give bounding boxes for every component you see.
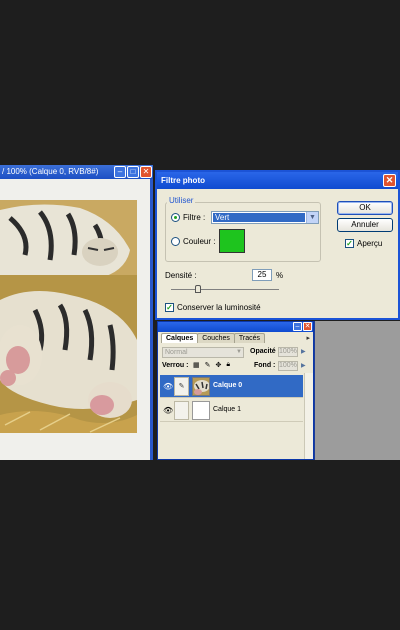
layer-thumbnail xyxy=(192,377,210,396)
fill-field[interactable]: 100% xyxy=(278,361,298,371)
lock-transparency-icon[interactable]: ▦ xyxy=(193,361,200,369)
lock-position-icon[interactable]: ✥ xyxy=(216,361,222,369)
layer-row[interactable]: 👁︎ Calque 1 xyxy=(160,399,303,422)
tab-layers[interactable]: Calques xyxy=(161,333,199,343)
fill-arrow-icon[interactable]: ▶ xyxy=(301,362,306,369)
preserve-luminosity-checkbox[interactable]: ✓ xyxy=(165,303,174,312)
document-window-border xyxy=(150,179,153,460)
lock-pixels-icon[interactable]: ✎ xyxy=(205,361,211,369)
blend-mode-value: Normal xyxy=(165,349,188,356)
workspace-background xyxy=(315,321,400,460)
tiger-cubs-photo xyxy=(0,200,137,433)
preview-checkbox-row[interactable]: ✓ Aperçu xyxy=(345,239,382,248)
density-input[interactable]: 25 xyxy=(252,269,272,281)
layer-name: Calque 0 xyxy=(213,382,243,389)
cancel-button[interactable]: Annuler xyxy=(337,218,393,232)
panel-menu-icon[interactable]: ▸ xyxy=(306,334,310,342)
photo-filter-dialog: Filtre photo ✕ Utiliser Filtre : Vert ▼ … xyxy=(155,170,400,320)
color-radio[interactable] xyxy=(171,237,180,246)
color-radio-label: Couleur : xyxy=(183,237,216,246)
layer-thumbnail xyxy=(192,401,210,420)
color-radio-row[interactable]: Couleur : xyxy=(171,237,215,246)
filter-radio-row[interactable]: Filtre : xyxy=(171,213,205,222)
lock-icons: ▦ ✎ ✥ 🔒︎ xyxy=(193,361,230,369)
minimize-icon[interactable]: – xyxy=(114,166,126,178)
density-slider-track[interactable] xyxy=(171,289,279,290)
dialog-title: Filtre photo xyxy=(161,176,205,185)
tab-paths[interactable]: Tracés xyxy=(233,333,266,343)
density-label: Densité : xyxy=(165,271,197,280)
opacity-label: Opacité : xyxy=(250,348,280,355)
layers-panel: – ✕ Calques Couches Tracés ▸ Normal ▼ Op… xyxy=(157,321,314,460)
lock-all-icon[interactable]: 🔒︎ xyxy=(226,361,230,369)
layers-scrollbar[interactable] xyxy=(304,373,313,459)
brush-icon[interactable]: ✎ xyxy=(174,377,189,396)
opacity-arrow-icon[interactable]: ▶ xyxy=(301,348,306,355)
layers-panel-titlebar[interactable] xyxy=(158,322,313,332)
document-window-buttons: – □ ✕ xyxy=(114,166,152,178)
use-group-label: Utiliser xyxy=(167,196,196,205)
minimize-icon[interactable]: – xyxy=(293,322,302,331)
close-icon[interactable]: ✕ xyxy=(303,322,312,331)
opacity-field[interactable]: 100% xyxy=(278,347,298,357)
chevron-down-icon[interactable]: ▼ xyxy=(306,212,318,223)
preview-label: Aperçu xyxy=(357,239,383,248)
layer-name: Calque 1 xyxy=(213,406,242,413)
eye-icon[interactable]: 👁︎ xyxy=(163,406,173,415)
document-title: / 100% (Calque 0, RVB/8#) xyxy=(2,167,99,176)
eye-icon[interactable]: 👁︎ xyxy=(163,382,173,391)
ok-button[interactable]: OK xyxy=(337,201,393,215)
preview-checkbox[interactable]: ✓ xyxy=(345,239,354,248)
blend-mode-select[interactable]: Normal ▼ xyxy=(162,347,244,358)
background-top xyxy=(0,0,400,165)
density-unit: % xyxy=(276,271,284,280)
layers-panel-buttons: – ✕ xyxy=(293,322,312,331)
link-cell[interactable] xyxy=(174,401,189,420)
filter-radio-label: Filtre : xyxy=(183,213,206,222)
density-slider-thumb[interactable] xyxy=(195,285,201,293)
lock-label: Verrou : xyxy=(162,362,189,369)
tab-channels[interactable]: Couches xyxy=(197,333,235,343)
close-icon[interactable]: ✕ xyxy=(383,174,396,187)
maximize-icon[interactable]: □ xyxy=(127,166,139,178)
filter-select[interactable]: Vert ▼ xyxy=(211,211,319,224)
image-canvas[interactable] xyxy=(0,200,137,598)
chevron-down-icon: ▼ xyxy=(236,349,242,355)
close-icon[interactable]: ✕ xyxy=(140,166,152,178)
preserve-luminosity-label: Conserver la luminosité xyxy=(177,303,261,312)
dialog-titlebar[interactable]: Filtre photo xyxy=(157,172,398,189)
filter-radio[interactable] xyxy=(171,213,180,222)
filter-selected-value: Vert xyxy=(213,213,305,222)
fill-label: Fond : xyxy=(254,362,276,369)
image-document-window: / 100% (Calque 0, RVB/8#) – □ ✕ xyxy=(0,165,153,460)
color-swatch[interactable] xyxy=(219,229,245,253)
preserve-checkbox-row[interactable]: ✓ Conserver la luminosité xyxy=(165,303,261,312)
layers-tabs: Calques Couches Tracés xyxy=(161,333,266,343)
density-unit-row: % xyxy=(276,271,283,280)
layer-row[interactable]: 👁︎ ✎ Calque 0 xyxy=(160,375,303,398)
density-label-row: Densité : xyxy=(165,271,197,280)
